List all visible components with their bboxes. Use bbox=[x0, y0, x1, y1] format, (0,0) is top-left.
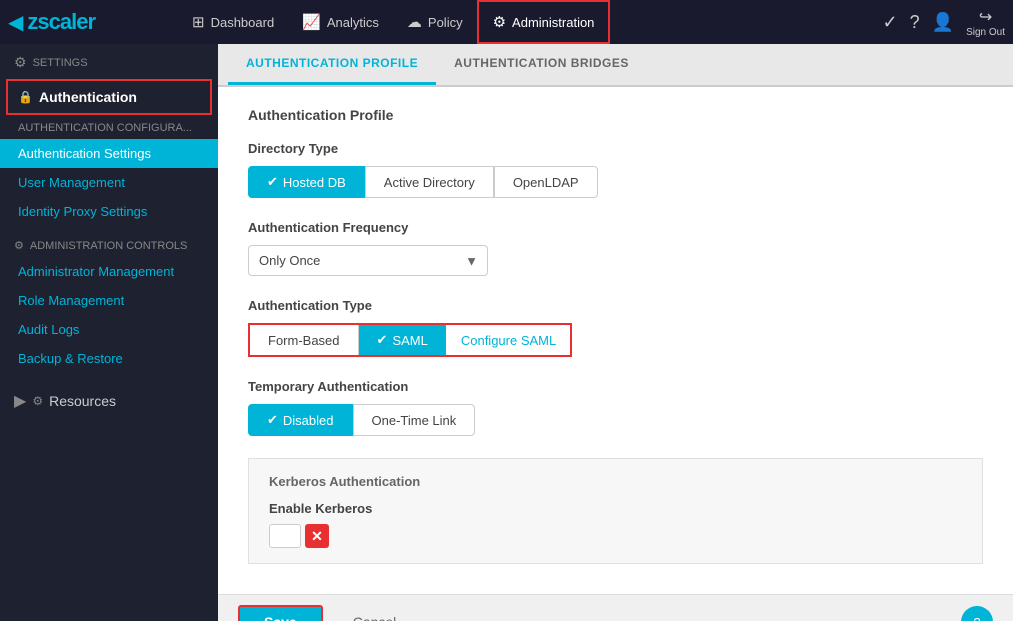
nav-policy[interactable]: ☁ Policy bbox=[393, 0, 477, 44]
kerberos-section: Kerberos Authentication Enable Kerberos … bbox=[248, 458, 983, 564]
nav-administration[interactable]: ⚙ Administration bbox=[477, 0, 611, 44]
administration-icon: ⚙ bbox=[493, 13, 506, 31]
disabled-button[interactable]: ✔ Disabled bbox=[248, 404, 353, 436]
auth-type-options: Form-Based ✔ SAML Configure SAML bbox=[248, 323, 572, 357]
directory-type-label: Directory Type bbox=[248, 141, 983, 156]
sidebar-user-management[interactable]: User Management bbox=[0, 168, 218, 197]
directory-type-options: ✔ Hosted DB Active Directory OpenLDAP bbox=[248, 166, 983, 198]
settings-icon: ⚙ bbox=[14, 54, 27, 71]
user-management-label: User Management bbox=[18, 175, 125, 190]
auth-frequency-label: Authentication Frequency bbox=[248, 220, 983, 235]
audit-logs-label: Audit Logs bbox=[18, 322, 79, 337]
nav-administration-label: Administration bbox=[512, 15, 594, 30]
tab-auth-profile[interactable]: AUTHENTICATION PROFILE bbox=[228, 44, 436, 85]
temp-auth-field: Temporary Authentication ✔ Disabled One-… bbox=[248, 379, 983, 436]
sign-out-icon: ↪ bbox=[979, 7, 992, 27]
analytics-icon: 📈 bbox=[302, 13, 321, 31]
saml-button[interactable]: ✔ SAML bbox=[359, 325, 447, 355]
top-navigation: ◀ zscaler ⊞ Dashboard 📈 Analytics ☁ Poli… bbox=[0, 0, 1013, 44]
sign-out-label: Sign Out bbox=[966, 27, 1005, 38]
configure-saml-button[interactable]: Configure SAML bbox=[447, 325, 570, 355]
settings-label: Settings bbox=[33, 57, 88, 69]
role-management-label: Role Management bbox=[18, 293, 124, 308]
resources-label: Resources bbox=[49, 393, 116, 409]
sidebar-identity-proxy[interactable]: Identity Proxy Settings bbox=[0, 197, 218, 226]
help-icon[interactable]: ? bbox=[910, 12, 920, 33]
resources-icon: ⚙ bbox=[32, 394, 43, 408]
save-button[interactable]: Save bbox=[238, 605, 323, 621]
admin-controls-label: ADMINISTRATION CONTROLS bbox=[30, 240, 187, 252]
sidebar-resources[interactable]: ▶ ⚙ Resources bbox=[0, 383, 218, 419]
toggle-x-button[interactable]: ✕ bbox=[305, 524, 329, 548]
cancel-button[interactable]: Cancel bbox=[339, 607, 411, 621]
authentication-label: Authentication bbox=[39, 89, 137, 105]
auth-frequency-select[interactable]: Only Once Every Login Every 30 Days bbox=[248, 245, 488, 276]
auth-type-field: Authentication Type Form-Based ✔ SAML Co… bbox=[248, 298, 983, 357]
nav-right-icons: ✓ ? 👤 ↪ Sign Out bbox=[883, 7, 1005, 38]
main-layout: ⚙ Settings 🔒 Authentication AUTHENTICATI… bbox=[0, 44, 1013, 621]
nav-analytics-label: Analytics bbox=[327, 15, 379, 30]
lock-icon: 🔒 bbox=[18, 90, 33, 104]
policy-icon: ☁ bbox=[407, 13, 422, 31]
auth-frequency-select-wrapper: Only Once Every Login Every 30 Days ▼ bbox=[248, 245, 488, 276]
logo-area: ◀ zscaler bbox=[8, 9, 168, 35]
tab-bar: AUTHENTICATION PROFILE AUTHENTICATION BR… bbox=[218, 44, 1013, 87]
user-icon[interactable]: 👤 bbox=[932, 12, 954, 33]
help-fab-icon: ? bbox=[973, 615, 980, 621]
resources-expand-icon: ▶ bbox=[14, 391, 26, 411]
auth-frequency-field: Authentication Frequency Only Once Every… bbox=[248, 220, 983, 276]
admin-controls-header: ⚙ ADMINISTRATION CONTROLS bbox=[0, 234, 218, 257]
nav-dashboard-label: Dashboard bbox=[211, 15, 275, 30]
enable-kerberos-label: Enable Kerberos bbox=[269, 501, 962, 516]
scrollable-content[interactable]: Authentication Profile Directory Type ✔ … bbox=[218, 87, 1013, 621]
kerberos-title: Kerberos Authentication bbox=[269, 474, 962, 489]
sidebar-admin-management[interactable]: Administrator Management bbox=[0, 257, 218, 286]
hosted-db-button[interactable]: ✔ Hosted DB bbox=[248, 166, 365, 198]
logo-icon: ◀ bbox=[8, 10, 23, 35]
saml-check-icon: ✔ bbox=[377, 332, 388, 348]
sidebar-auth-settings[interactable]: Authentication Settings bbox=[0, 139, 218, 168]
sidebar-audit-logs[interactable]: Audit Logs bbox=[0, 315, 218, 344]
authentication-group[interactable]: 🔒 Authentication bbox=[6, 79, 212, 115]
sidebar: ⚙ Settings 🔒 Authentication AUTHENTICATI… bbox=[0, 44, 218, 621]
form-container: Authentication Profile Directory Type ✔ … bbox=[218, 87, 1013, 594]
openldap-button[interactable]: OpenLDAP bbox=[494, 166, 598, 198]
section-title: Authentication Profile bbox=[248, 107, 983, 123]
kerberos-toggle: ✕ bbox=[269, 524, 962, 548]
sidebar-role-management[interactable]: Role Management bbox=[0, 286, 218, 315]
identity-proxy-label: Identity Proxy Settings bbox=[18, 204, 147, 219]
backup-restore-label: Backup & Restore bbox=[18, 351, 123, 366]
auth-type-label: Authentication Type bbox=[248, 298, 983, 313]
directory-type-field: Directory Type ✔ Hosted DB Active Direct… bbox=[248, 141, 983, 198]
toggle-checkbox[interactable] bbox=[269, 524, 301, 548]
auth-config-label: AUTHENTICATION CONFIGURA... bbox=[18, 122, 192, 134]
help-fab-button[interactable]: ? bbox=[961, 606, 993, 621]
tab-auth-bridges[interactable]: AUTHENTICATION BRIDGES bbox=[436, 44, 647, 85]
sidebar-backup-restore[interactable]: Backup & Restore bbox=[0, 344, 218, 373]
admin-controls-icon: ⚙ bbox=[14, 239, 24, 252]
temp-auth-options: ✔ Disabled One-Time Link bbox=[248, 404, 983, 436]
one-time-link-button[interactable]: One-Time Link bbox=[353, 404, 476, 436]
settings-section-header: ⚙ Settings bbox=[0, 44, 218, 77]
sign-out-button[interactable]: ↪ Sign Out bbox=[966, 7, 1005, 38]
logo-text: zscaler bbox=[27, 9, 95, 35]
active-directory-button[interactable]: Active Directory bbox=[365, 166, 494, 198]
nav-dashboard[interactable]: ⊞ Dashboard bbox=[178, 0, 288, 44]
nav-items: ⊞ Dashboard 📈 Analytics ☁ Policy ⚙ Admin… bbox=[178, 0, 883, 44]
nav-analytics[interactable]: 📈 Analytics bbox=[288, 0, 393, 44]
temp-auth-label: Temporary Authentication bbox=[248, 379, 983, 394]
content-area: AUTHENTICATION PROFILE AUTHENTICATION BR… bbox=[218, 44, 1013, 621]
bottom-bar: Save Cancel ? bbox=[218, 594, 1013, 621]
dashboard-icon: ⊞ bbox=[192, 13, 205, 31]
disabled-check-icon: ✔ bbox=[267, 412, 278, 428]
nav-policy-label: Policy bbox=[428, 15, 463, 30]
sidebar-auth-config[interactable]: AUTHENTICATION CONFIGURA... bbox=[0, 117, 218, 139]
tasks-icon[interactable]: ✓ bbox=[883, 12, 898, 33]
auth-settings-label: Authentication Settings bbox=[18, 146, 151, 161]
hosted-db-check-icon: ✔ bbox=[267, 174, 278, 190]
admin-management-label: Administrator Management bbox=[18, 264, 174, 279]
form-based-button[interactable]: Form-Based bbox=[250, 325, 359, 355]
